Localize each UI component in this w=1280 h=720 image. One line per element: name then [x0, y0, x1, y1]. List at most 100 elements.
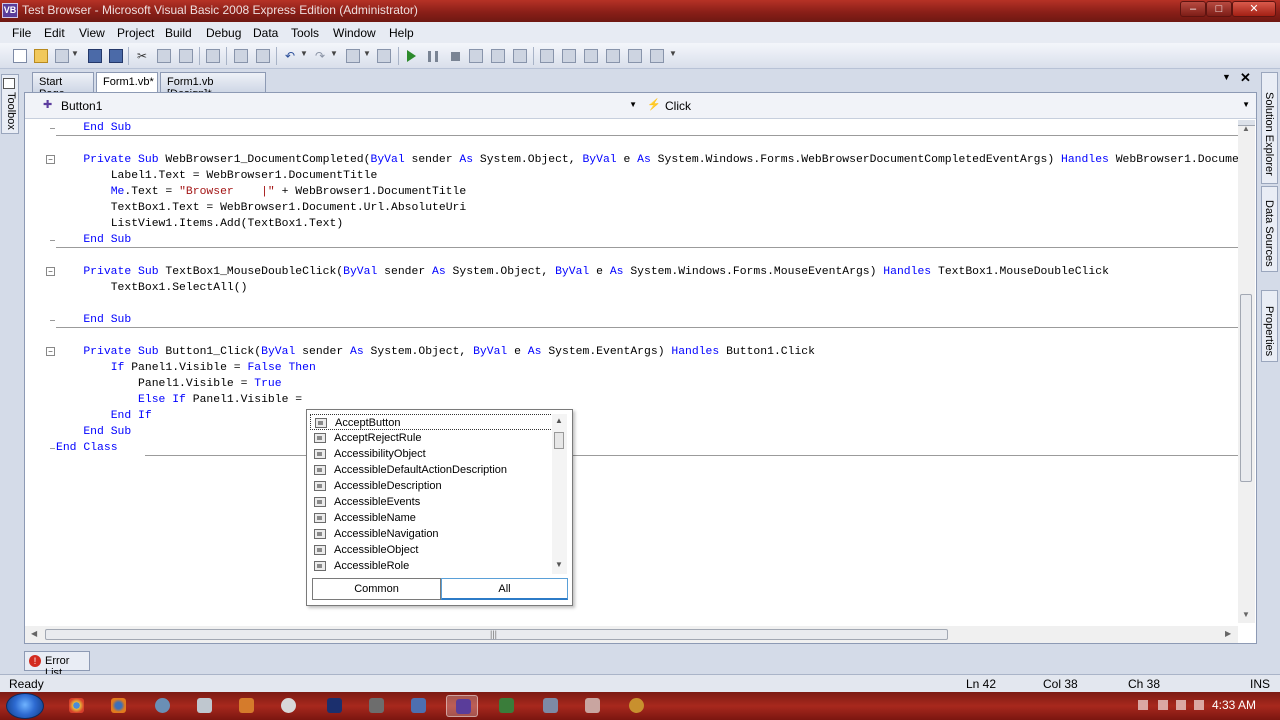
app-task[interactable]: [230, 695, 262, 717]
code-line[interactable]: End If: [56, 408, 152, 424]
close-tab-icon[interactable]: ✕: [1240, 70, 1251, 86]
completion-scrollbar[interactable]: ▲ ▼: [552, 414, 567, 574]
firefox-task[interactable]: [102, 695, 134, 717]
collapse-icon[interactable]: −: [46, 155, 55, 164]
menu-file[interactable]: File: [12, 26, 31, 40]
code-line[interactable]: Label1.Text = WebBrowser1.DocumentTitle: [56, 168, 378, 184]
visual-basic-task[interactable]: [446, 695, 478, 717]
output-icon[interactable]: [650, 49, 664, 63]
start-debugging-icon[interactable]: [407, 50, 416, 62]
completion-item[interactable]: AccessibleName: [310, 510, 555, 526]
menu-build[interactable]: Build: [165, 26, 192, 40]
redo-icon[interactable]: ↷: [313, 49, 327, 63]
vertical-scrollbar[interactable]: ▲ ▼: [1238, 120, 1255, 623]
app-task[interactable]: [620, 695, 652, 717]
properties-icon[interactable]: [562, 49, 576, 63]
code-line[interactable]: End Class: [56, 440, 118, 456]
code-line[interactable]: TextBox1.Text = WebBrowser1.Document.Url…: [56, 200, 467, 216]
redo-dropdown-icon[interactable]: ▼: [330, 49, 338, 58]
completion-item[interactable]: AccessibleRole: [310, 558, 555, 574]
step-out-icon[interactable]: [513, 49, 527, 63]
find-icon[interactable]: [206, 49, 220, 63]
menu-window[interactable]: Window: [333, 26, 376, 40]
start-button[interactable]: [6, 693, 44, 719]
completion-item[interactable]: AcceptRejectRule: [310, 430, 555, 446]
completion-item[interactable]: AccessibleNavigation: [310, 526, 555, 542]
code-line[interactable]: Private Sub TextBox1_MouseDoubleClick(By…: [56, 264, 1109, 280]
app-task[interactable]: [576, 695, 608, 717]
completion-item[interactable]: AccessibleEvents: [310, 494, 555, 510]
navigate-forward-icon[interactable]: [377, 49, 391, 63]
intellisense-popup[interactable]: AcceptButton AcceptRejectRule Accessibilit…: [306, 409, 573, 606]
save-icon[interactable]: [88, 49, 102, 63]
clock[interactable]: 4:33 AM: [1212, 698, 1256, 712]
code-line[interactable]: If Panel1.Visible = False Then: [56, 360, 316, 376]
copy-icon[interactable]: [157, 49, 171, 63]
menu-project[interactable]: Project: [117, 26, 154, 40]
open-file-icon[interactable]: [34, 49, 48, 63]
collapse-icon[interactable]: −: [46, 267, 55, 276]
code-line[interactable]: Me.Text = "Browser |" + WebBrowser1.Docu…: [56, 184, 467, 200]
code-line[interactable]: TextBox1.SelectAll(): [56, 280, 248, 296]
tab-start-page[interactable]: Start Page: [32, 72, 94, 100]
start-page-icon[interactable]: [628, 49, 642, 63]
volume-tray-icon[interactable]: [1194, 700, 1204, 710]
editor-splitter[interactable]: [1238, 120, 1255, 126]
menu-tools[interactable]: Tools: [291, 26, 319, 40]
code-line[interactable]: Private Sub Button1_Click(ByVal sender A…: [56, 344, 815, 360]
navigate-icon[interactable]: [346, 49, 360, 63]
collapse-icon[interactable]: −: [46, 347, 55, 356]
completion-list[interactable]: AcceptButton AcceptRejectRule Accessibilit…: [310, 414, 555, 574]
save-all-icon[interactable]: [109, 49, 123, 63]
network-task[interactable]: [146, 695, 178, 717]
tab-common[interactable]: Common: [312, 578, 441, 600]
method-name-dropdown[interactable]: ⚡ Click ▼: [643, 96, 1252, 115]
code-line[interactable]: Else If Panel1.Visible =: [56, 392, 302, 408]
app-task[interactable]: [490, 695, 522, 717]
menu-edit[interactable]: Edit: [44, 26, 65, 40]
new-project-icon[interactable]: [13, 49, 27, 63]
completion-scroll-thumb[interactable]: [554, 432, 564, 449]
tab-form1-code[interactable]: Form1.vb*: [96, 72, 158, 92]
code-line[interactable]: ListView1.Items.Add(TextBox1.Text): [56, 216, 343, 232]
class-name-dropdown[interactable]: ✚ Button1 ▼: [39, 96, 639, 115]
menu-view[interactable]: View: [79, 26, 105, 40]
scroll-down-icon[interactable]: ▼: [555, 560, 563, 569]
comment-icon[interactable]: [234, 49, 248, 63]
stop-icon[interactable]: [451, 52, 460, 61]
completion-item[interactable]: AccessibleDefaultActionDescription: [310, 462, 555, 478]
completion-item[interactable]: AccessibleDescription: [310, 478, 555, 494]
menu-help[interactable]: Help: [389, 26, 414, 40]
object-browser-icon[interactable]: [584, 49, 598, 63]
chrome-task[interactable]: [60, 695, 92, 717]
navigate-dropdown-icon[interactable]: ▼: [363, 49, 371, 58]
minimize-button[interactable]: –: [1180, 1, 1206, 17]
scroll-left-icon[interactable]: ◀: [31, 629, 37, 638]
tray-icon[interactable]: [1138, 700, 1148, 710]
code-line[interactable]: End Sub: [56, 312, 131, 328]
menu-data[interactable]: Data: [253, 26, 278, 40]
completion-item[interactable]: AccessibleObject: [310, 542, 555, 558]
completion-item[interactable]: AccessibilityObject: [310, 446, 555, 462]
maximize-button[interactable]: □: [1206, 1, 1232, 17]
code-line[interactable]: End Sub: [56, 232, 131, 248]
code-line[interactable]: Private Sub WebBrowser1_DocumentComplete…: [56, 152, 1238, 168]
app-task[interactable]: [402, 695, 434, 717]
toolbar-options-icon[interactable]: ▼: [669, 49, 677, 58]
app-task[interactable]: [534, 695, 566, 717]
close-window-button[interactable]: ✕: [1232, 1, 1276, 17]
code-line[interactable]: Panel1.Visible = True: [56, 376, 282, 392]
solution-explorer-icon[interactable]: [540, 49, 554, 63]
code-area[interactable]: End Sub Private Sub WebBrowser1_Document…: [25, 120, 1238, 620]
paste-icon[interactable]: [179, 49, 193, 63]
tab-all[interactable]: All: [441, 578, 568, 600]
add-item-icon[interactable]: [55, 49, 69, 63]
photoshop-task[interactable]: [318, 695, 350, 717]
step-over-icon[interactable]: [491, 49, 505, 63]
pause-icon[interactable]: [428, 51, 438, 62]
undo-icon[interactable]: ↶: [283, 49, 297, 63]
tab-form1-design[interactable]: Form1.vb [Design]*: [160, 72, 266, 100]
add-item-dropdown-icon[interactable]: ▼: [71, 49, 79, 58]
tray-icon[interactable]: [1158, 700, 1168, 710]
scroll-up-icon[interactable]: ▲: [555, 416, 563, 425]
